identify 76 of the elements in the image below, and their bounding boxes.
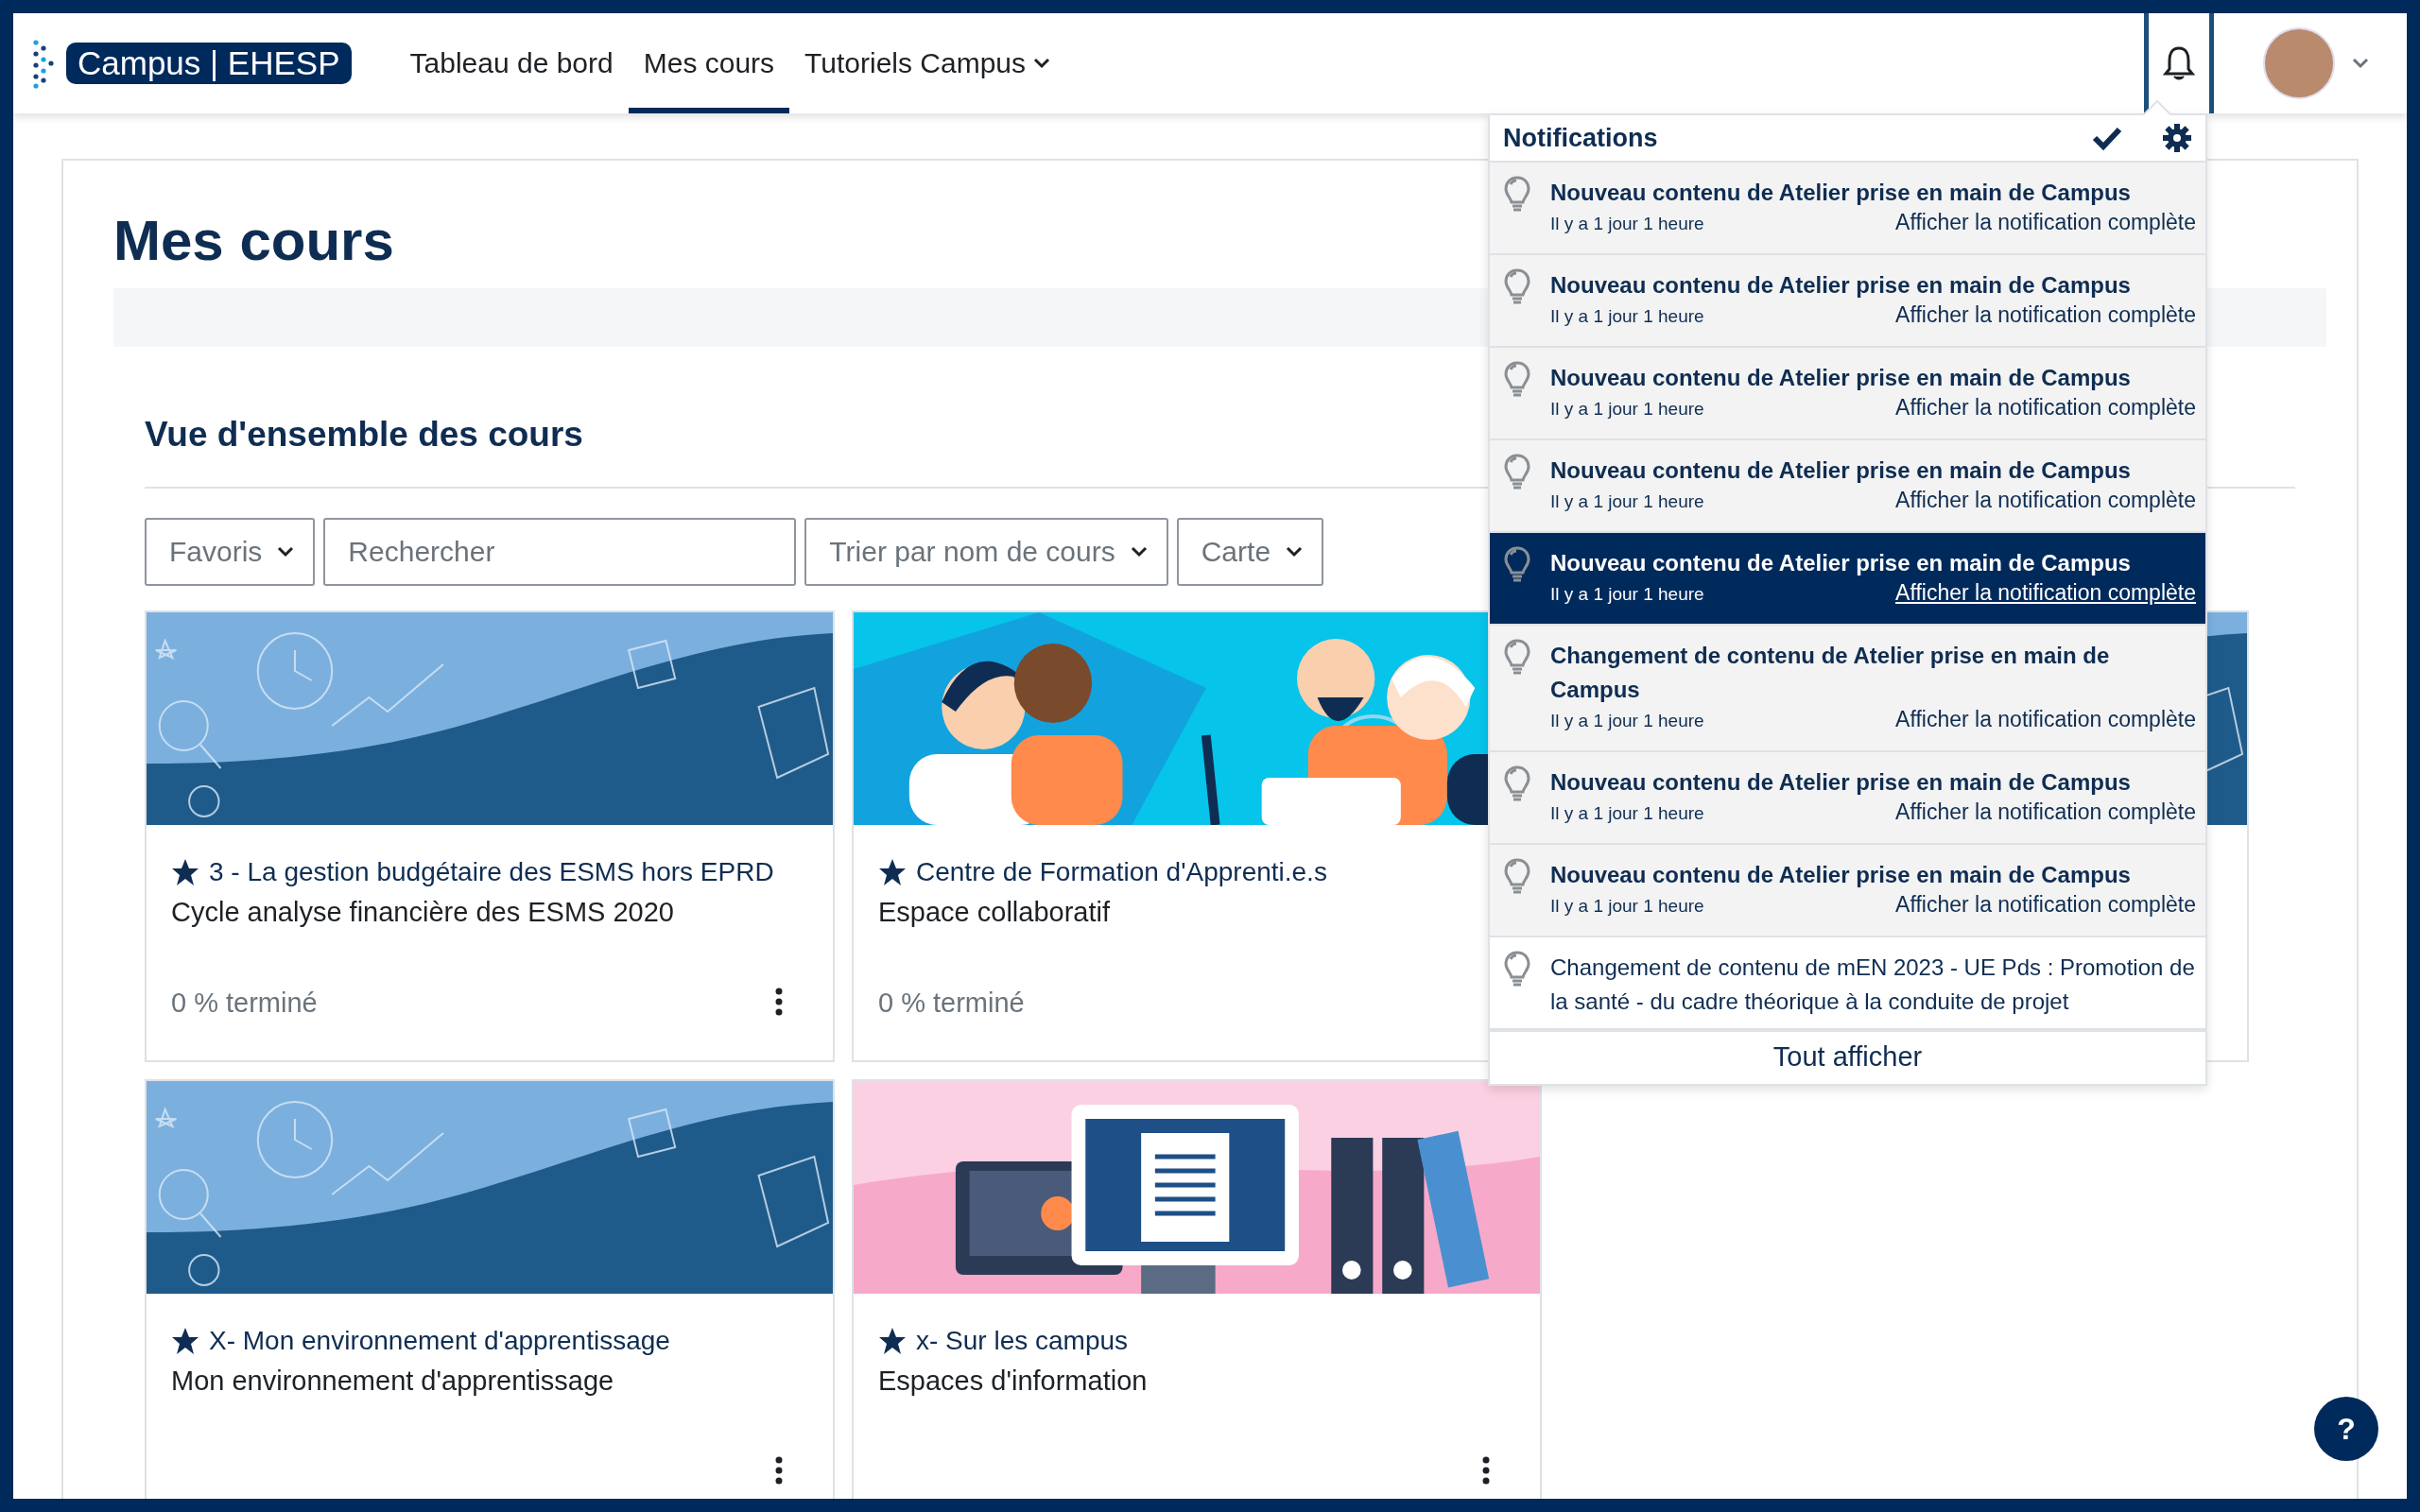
popover-title: Notifications bbox=[1503, 123, 1659, 153]
search-field[interactable]: Rechercher bbox=[323, 518, 797, 586]
page-title: Mes cours bbox=[113, 208, 394, 273]
more-options-icon[interactable] bbox=[774, 988, 784, 1016]
lightbulb-icon bbox=[1503, 765, 1531, 801]
logo-dots-icon bbox=[30, 37, 57, 90]
lightbulb-icon bbox=[1503, 268, 1531, 304]
nav-tab[interactable]: Tutoriels Campus bbox=[789, 13, 1066, 113]
more-options-icon[interactable] bbox=[1481, 1456, 1491, 1485]
notification-title: Nouveau contenu de Atelier prise en main de Campus bbox=[1550, 271, 2132, 300]
notification-time: Il y a 1 jour 1 heure bbox=[1550, 803, 1704, 824]
chevron-icon bbox=[1286, 545, 1304, 558]
dropdown-button[interactable]: Trier par nom de cours bbox=[804, 518, 1168, 586]
notification-time: Il y a 1 jour 1 heure bbox=[1550, 896, 1704, 917]
course-category: Mon environnement d'apprentissage bbox=[171, 1366, 615, 1397]
notification-title: Nouveau contenu de Atelier prise en main de Campus bbox=[1550, 861, 2132, 889]
notification-item[interactable]: Nouveau contenu de Atelier prise en main de Campus Il y a 1 jour 1 heure Afficher la notification complète bbox=[1490, 845, 2205, 937]
lightbulb-icon bbox=[1503, 951, 1531, 987]
course-title-link[interactable]: 3 - La gestion budgétaire des ESMS hors EPRD bbox=[209, 857, 774, 887]
logo[interactable]: Campus | EHESP bbox=[66, 43, 352, 84]
progress-text: 0 % terminé bbox=[171, 988, 318, 1019]
nav-tab[interactable]: Tableau de bord bbox=[394, 13, 629, 113]
course-category: Cycle analyse financière des ESMS 2020 bbox=[171, 897, 675, 928]
notification-item[interactable]: Nouveau contenu de Atelier prise en main de Campus Il y a 1 jour 1 heure Afficher la notification complète bbox=[1490, 255, 2205, 348]
help-button[interactable]: ? bbox=[2314, 1397, 2378, 1461]
course-card[interactable]: X- Mon environnement d'apprentissage Mon environnement d'apprentissage bbox=[145, 1079, 835, 1499]
lightbulb-icon bbox=[1503, 858, 1531, 894]
notification-time: Il y a 1 jour 1 heure bbox=[1550, 214, 1704, 234]
chevron-icon bbox=[277, 545, 295, 558]
lightbulb-icon bbox=[1503, 176, 1531, 212]
notification-title: Changement de contenu de mEN 2023 - UE Pds : Promotion de la santé - du cadre théorique à la conduite de projet bbox=[1550, 954, 2196, 1016]
notification-title: Nouveau contenu de Atelier prise en main de Campus bbox=[1550, 364, 2132, 392]
notification-item[interactable]: Nouveau contenu de Atelier prise en main de Campus Il y a 1 jour 1 heure Afficher la notification complète bbox=[1490, 348, 2205, 440]
notification-item[interactable]: Nouveau contenu de Atelier prise en main de Campus Il y a 1 jour 1 heure Afficher la notification complète bbox=[1490, 163, 2205, 255]
settings-icon[interactable] bbox=[2162, 123, 2192, 153]
notification-item[interactable]: Changement de contenu de Atelier prise en main de Campus Il y a 1 jour 1 heure Afficher la notification complète bbox=[1490, 626, 2205, 752]
notification-link[interactable]: Afficher la notification complète bbox=[1895, 302, 2196, 328]
lightbulb-icon bbox=[1503, 639, 1531, 675]
notification-item[interactable]: Nouveau contenu de Atelier prise en main de Campus Il y a 1 jour 1 heure Afficher la notification complète bbox=[1490, 533, 2205, 626]
course-category: Espaces d'information bbox=[878, 1366, 1149, 1397]
course-title-link[interactable]: Centre de Formation d'Apprenti.e.s bbox=[916, 857, 1327, 887]
notification-title: Nouveau contenu de Atelier prise en main de Campus bbox=[1550, 549, 2132, 577]
lightbulb-icon bbox=[1503, 454, 1531, 490]
course-card[interactable]: x- Sur les campus Espaces d'information bbox=[852, 1079, 1542, 1499]
dropdown-button[interactable]: Favoris bbox=[145, 518, 316, 586]
dropdown-button[interactable]: Carte bbox=[1176, 518, 1324, 586]
notification-item[interactable]: Nouveau contenu de Atelier prise en main de Campus Il y a 1 jour 1 heure Afficher la notification complète bbox=[1490, 752, 2205, 845]
more-options-icon[interactable] bbox=[774, 1456, 784, 1485]
notification-link[interactable]: Afficher la notification complète bbox=[1895, 488, 2196, 513]
notification-title: Nouveau contenu de Atelier prise en main de Campus bbox=[1550, 179, 2132, 207]
notification-link[interactable]: Afficher la notification complète bbox=[1895, 580, 2196, 606]
chevron-icon[interactable] bbox=[2352, 57, 2369, 70]
notification-link[interactable]: Afficher la notification complète bbox=[1895, 799, 2196, 825]
bell-icon bbox=[2163, 45, 2195, 81]
nav-tab[interactable]: Mes cours bbox=[628, 13, 790, 113]
notification-link[interactable]: Afficher la notification complète bbox=[1895, 892, 2196, 918]
notification-link[interactable]: Afficher la notification complète bbox=[1895, 707, 2196, 732]
view-all-link[interactable]: Tout afficher bbox=[1490, 1030, 2205, 1084]
notification-title: Changement de contenu de Atelier prise en main de Campus bbox=[1550, 642, 2111, 704]
course-title-link[interactable]: X- Mon environnement d'apprentissage bbox=[209, 1326, 670, 1356]
notification-item[interactable]: Nouveau contenu de Atelier prise en main de Campus Il y a 1 jour 1 heure Afficher la notification complète bbox=[1490, 440, 2205, 533]
lightbulb-icon bbox=[1503, 546, 1531, 582]
notification-title: Nouveau contenu de Atelier prise en main de Campus bbox=[1550, 456, 2132, 485]
notification-item[interactable]: Changement de contenu de mEN 2023 - UE Pds : Promotion de la santé - du cadre théorique à la conduite de projet bbox=[1490, 937, 2205, 1030]
notification-title: Nouveau contenu de Atelier prise en main de Campus bbox=[1550, 768, 2132, 797]
course-category: Espace collaboratif bbox=[878, 897, 1112, 928]
notification-time: Il y a 1 jour 1 heure bbox=[1550, 306, 1704, 327]
progress-text: 0 % terminé bbox=[878, 988, 1025, 1019]
notification-link[interactable]: Afficher la notification complète bbox=[1895, 210, 2196, 235]
notification-time: Il y a 1 jour 1 heure bbox=[1550, 711, 1704, 731]
notification-time: Il y a 1 jour 1 heure bbox=[1550, 584, 1704, 605]
lightbulb-icon bbox=[1503, 361, 1531, 397]
course-title-link[interactable]: x- Sur les campus bbox=[916, 1326, 1129, 1356]
notification-time: Il y a 1 jour 1 heure bbox=[1550, 491, 1704, 512]
course-card[interactable]: 3 - La gestion budgétaire des ESMS hors EPRD Cycle analyse financière des ESMS 2020 0 % terminé bbox=[145, 610, 835, 1062]
chevron-icon bbox=[1130, 545, 1148, 558]
